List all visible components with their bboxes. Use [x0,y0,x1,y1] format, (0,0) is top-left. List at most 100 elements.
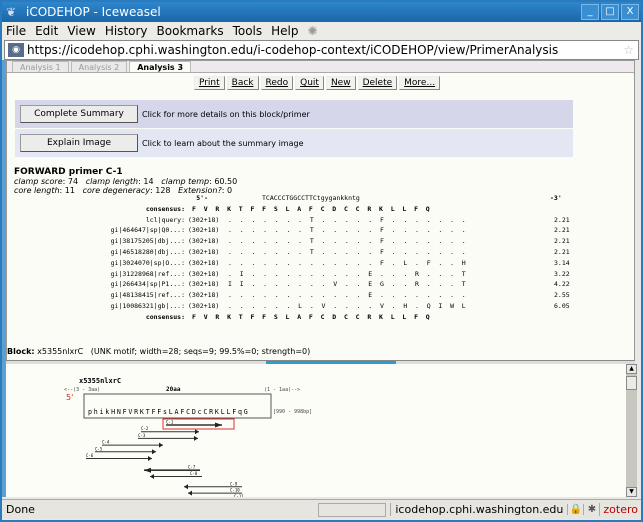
residue: . [286,226,291,235]
menu-file[interactable]: File [6,24,26,38]
url-bar[interactable]: ◉ https://icodehop.cphi.washington.edu/i… [4,40,639,60]
primer-label: C-1 [166,420,174,425]
tab-analysis-1[interactable]: Analysis 1 [12,61,69,72]
menu-history[interactable]: History [105,24,148,38]
residue: T [238,312,243,321]
menu-view[interactable]: View [67,24,95,38]
sequence-name: consensus: [145,312,185,321]
print-button[interactable]: Print [193,76,225,90]
maximize-button[interactable]: □ [601,4,619,20]
residue: F [379,226,384,235]
residue: . [356,247,361,256]
residue: . [228,301,232,310]
residue: L [285,312,290,321]
primer-label: C-4 [102,440,110,445]
residue: I [239,269,244,278]
residue: . [356,301,361,310]
residue: . [426,291,431,300]
back-button[interactable]: Back [226,76,259,90]
delete-button[interactable]: Delete [357,76,398,90]
residue: C [355,312,360,321]
residue: . [461,291,466,300]
arrow-head [152,449,156,455]
vertical-scrollbar[interactable]: ▲ ▼ [626,364,637,497]
bookmark-star-icon[interactable]: ☆ [623,43,634,57]
residue: F [250,312,255,321]
menu-help[interactable]: Help [271,24,298,38]
zotero-button[interactable]: zotero [599,503,641,516]
residue: L [390,204,395,213]
residue: . [344,247,349,256]
residue: . [274,226,279,235]
redo-button[interactable]: Redo [260,76,294,90]
complete-summary-button[interactable]: Complete Summary [20,105,138,123]
sequence-range: (302+18) [188,226,220,235]
residue: . [228,215,232,224]
residue: . [298,269,303,278]
residue: . [321,291,326,300]
block-sequence: phikHNFVRKTFFsLAFCDcCRKLLFqG [88,408,250,416]
tab-analysis-2[interactable]: Analysis 2 [70,61,128,72]
new-button[interactable]: New [325,76,356,90]
residue: . [263,237,267,246]
residue: D [332,204,337,213]
sequence-range: (302+18) [188,291,220,300]
more-button[interactable]: More... [399,76,441,90]
scroll-up-arrow[interactable]: ▲ [626,364,637,374]
tab-analysis-3[interactable]: Analysis 3 [129,61,192,72]
quit-button[interactable]: Quit [295,76,324,90]
menu-bookmarks[interactable]: Bookmarks [157,24,224,38]
residue: . [274,215,279,224]
residue: Q [425,204,430,213]
extension-icon[interactable]: ✱ [583,504,599,515]
scroll-thumb[interactable] [626,376,637,390]
residues: ....... T..... F....... [228,216,473,224]
residue: . [438,226,443,235]
residue: V [333,280,338,289]
status-host: icodehop.cphi.washington.edu [390,503,567,516]
scroll-down-arrow[interactable]: ▼ [626,487,637,497]
status-text: Done [6,503,35,516]
primer-sequence: TCACCCTGGCCTTCtgygankkntg [262,194,360,202]
explain-image-button[interactable]: Explain Image [20,134,138,152]
lock-icon[interactable]: 🔒 [567,504,583,515]
width-label: 20aa [166,386,181,393]
residue: T [309,247,314,256]
residue: T [309,237,314,246]
residue: V [379,301,384,310]
residue: . [228,291,232,300]
residue: . [426,237,431,246]
sequence-name: gi|266434|sp|P1...: [110,280,185,289]
residue: L [402,204,407,213]
residue: . [251,226,256,235]
residue: . [239,291,244,300]
primer-diagram: x5355nlxrC<--(3 - 3aa) 20aa (1 - 1aa)-->5'… [64,377,312,497]
site-identity-icon[interactable]: ◉ [8,43,24,57]
progress-meter [318,502,387,517]
residue: . [450,226,454,235]
residue: R [367,204,372,213]
residues: ....... T..... F....... [228,237,473,245]
minimize-button[interactable]: _ [581,4,599,20]
arrow-head [150,474,154,479]
residue: . [309,258,314,267]
arrow-head [184,484,188,490]
residue: . [251,247,256,256]
residue: R [415,280,419,289]
residue: . [298,280,303,289]
residue: L [285,204,290,213]
sequence-score: 6.05 [554,301,570,310]
residue: . [438,237,443,246]
residue: . [321,280,326,289]
url-input[interactable]: https://icodehop.cphi.washington.edu/i-c… [27,43,623,57]
residue: H [403,301,408,310]
residue: . [321,247,326,256]
close-button[interactable]: X [621,4,639,20]
menu-tools[interactable]: Tools [233,24,263,38]
residue: . [263,269,267,278]
residue: . [356,280,361,289]
residue: V [203,312,208,321]
residue: . [403,237,408,246]
residue: . [251,269,256,278]
menu-edit[interactable]: Edit [35,24,58,38]
